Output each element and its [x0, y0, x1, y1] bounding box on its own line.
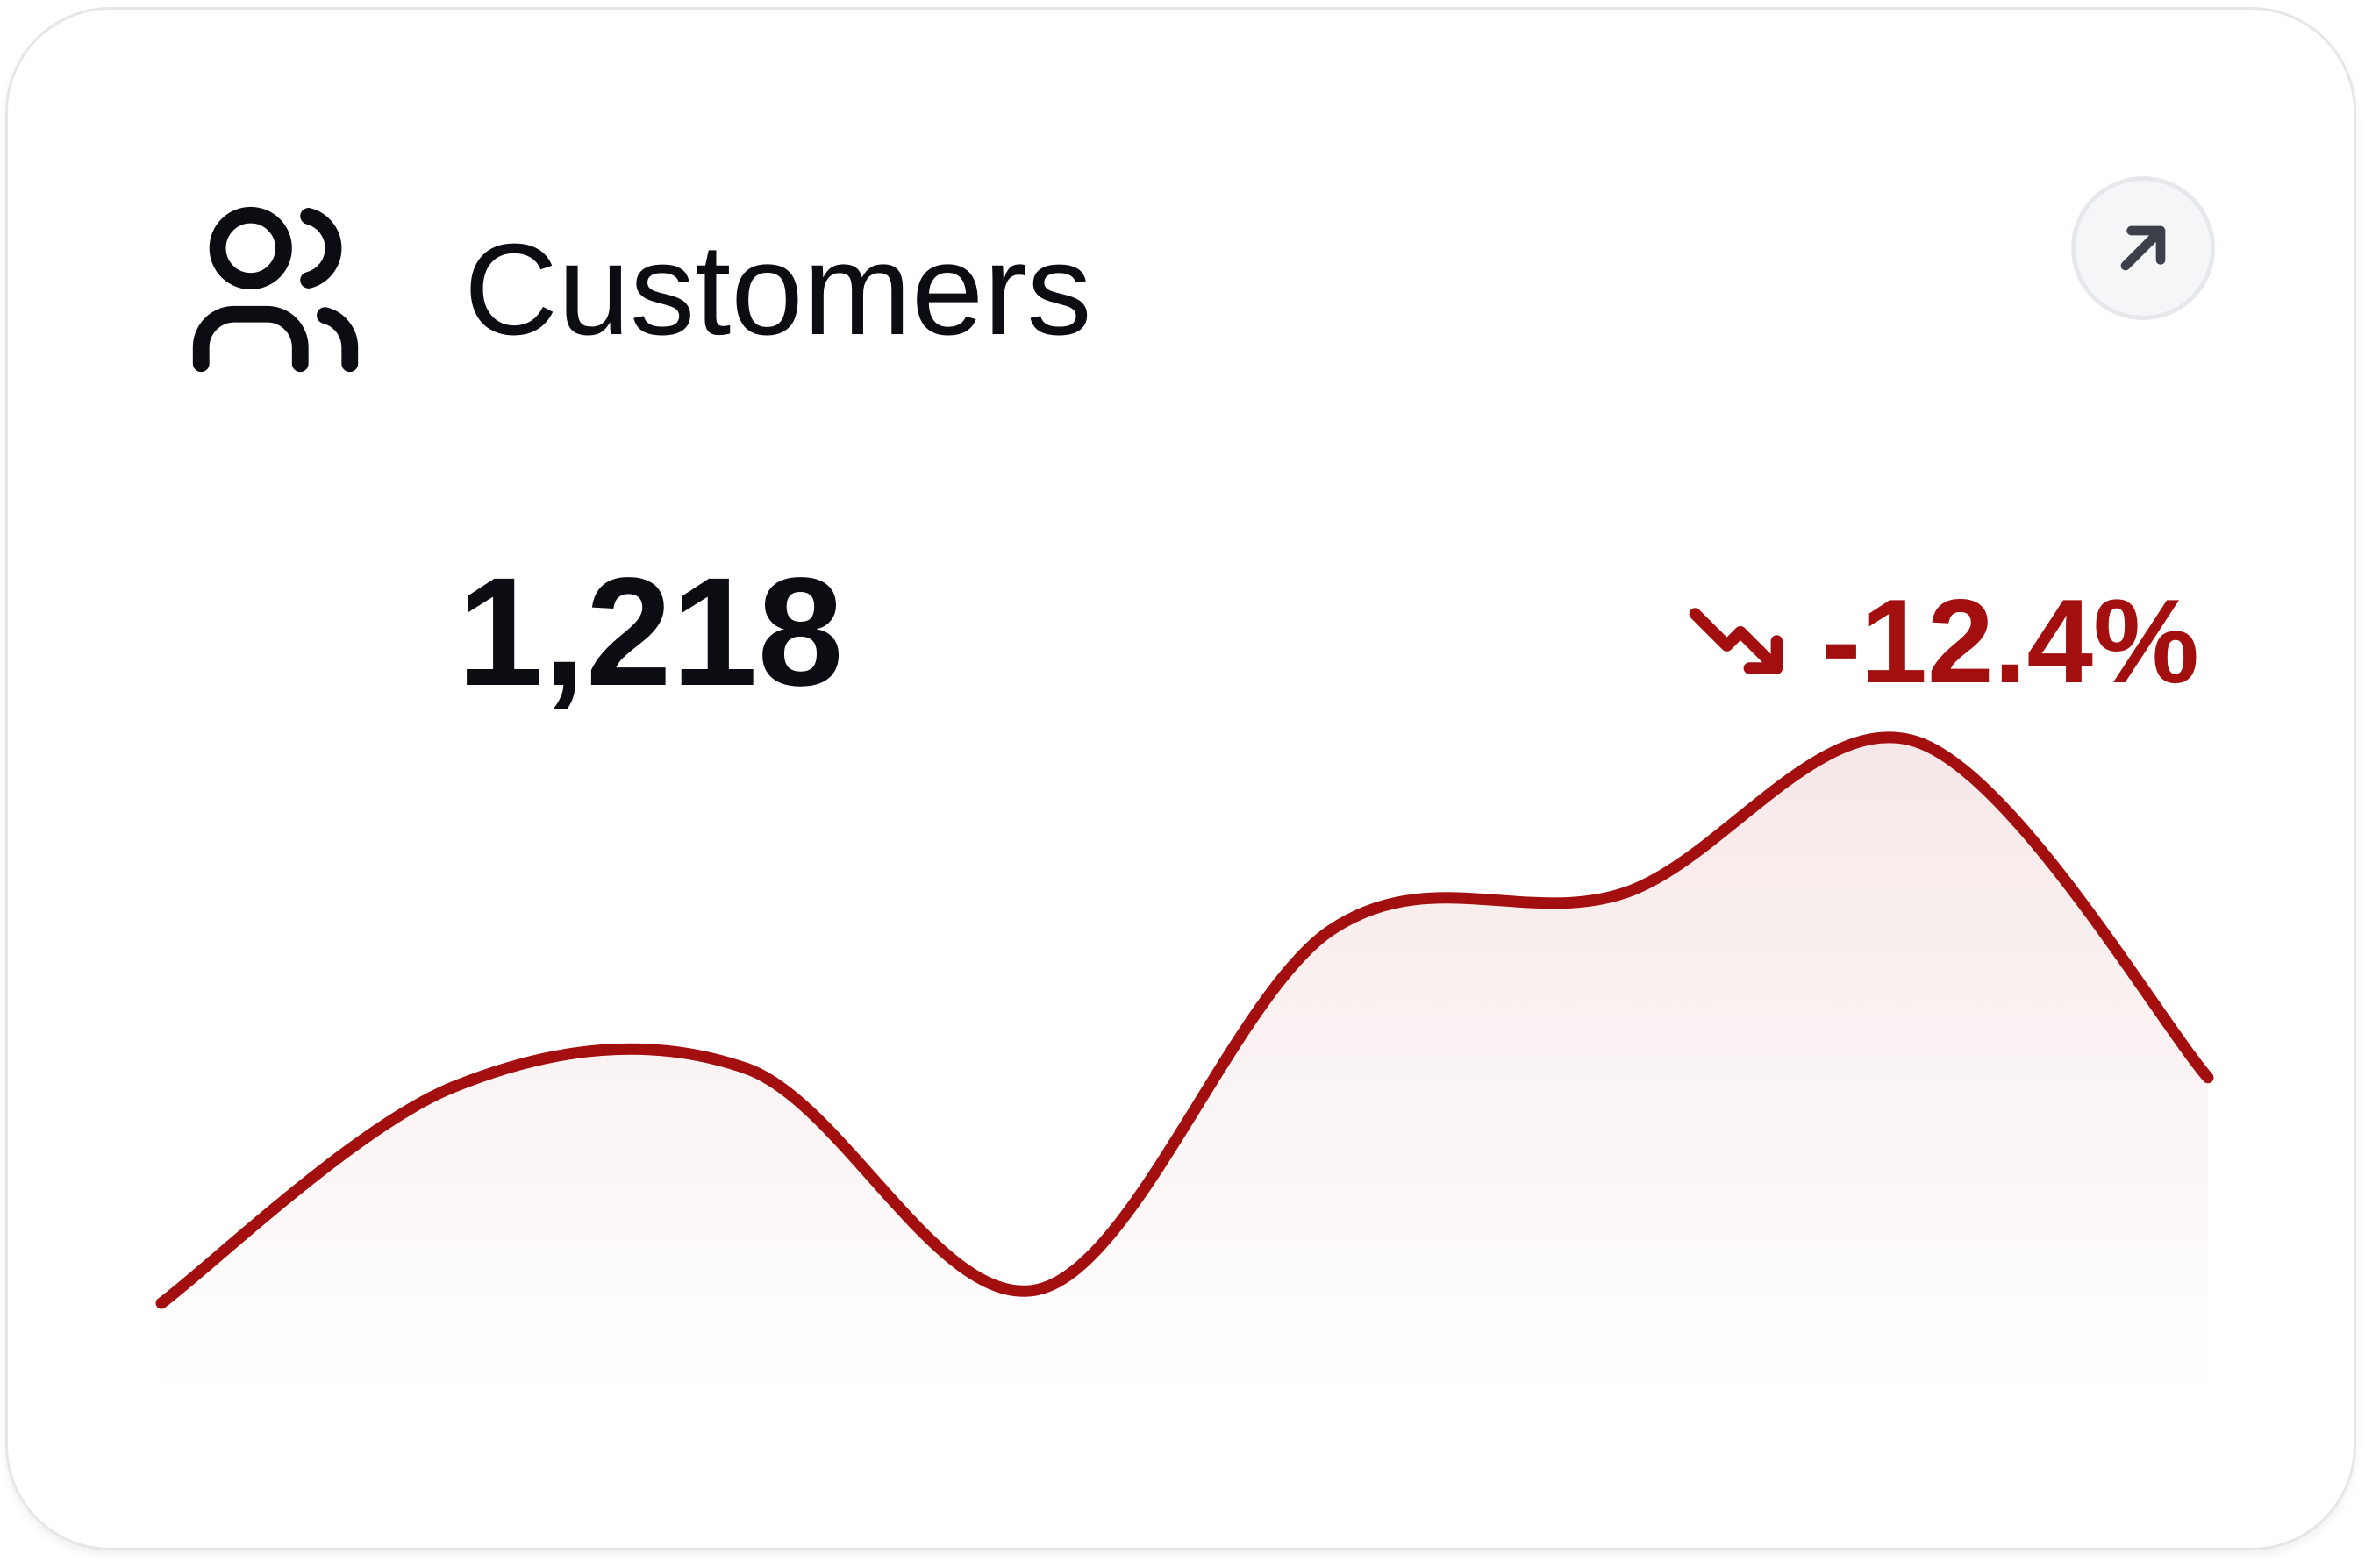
- delta-badge: -12.4%: [1686, 580, 2199, 702]
- card-title: Customers: [464, 217, 1092, 362]
- sparkline-area: [161, 737, 2208, 1395]
- open-details-button[interactable]: [2071, 176, 2215, 320]
- users-icon: [176, 190, 375, 388]
- customers-card: Customers 1,218 -12.4%: [5, 7, 2356, 1550]
- trending-down-icon: [1689, 608, 1783, 674]
- metric-value: 1,218: [457, 546, 844, 718]
- arrow-up-right-icon: [2120, 225, 2166, 271]
- delta-value: -12.4%: [1821, 574, 2199, 708]
